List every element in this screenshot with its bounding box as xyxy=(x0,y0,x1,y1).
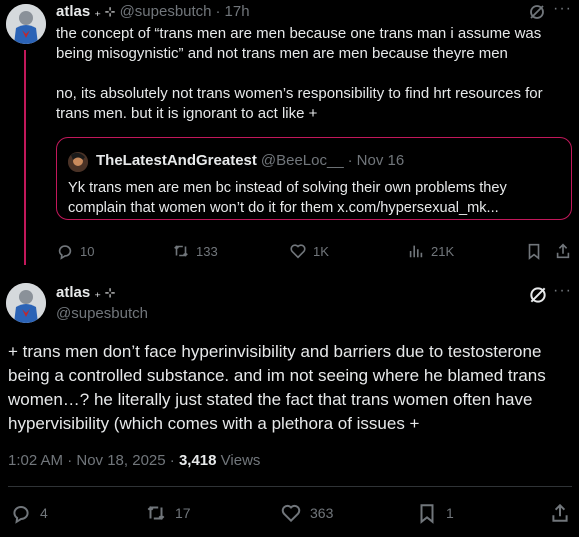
tweet-text-para2: no, its absolutely not trans women’s res… xyxy=(56,85,543,122)
retweet-icon xyxy=(147,506,165,520)
main-retweet-button[interactable]: 17 xyxy=(145,502,191,524)
main-bookmark-count: 1 xyxy=(446,505,454,521)
main-reply-count: 4 xyxy=(40,505,48,521)
reply-header: atlas ₊ ⊹ @supesbutch · 17h xyxy=(56,3,250,20)
views-count: 3,418 xyxy=(178,452,217,469)
like-count: 1K xyxy=(313,243,329,259)
more-icon[interactable]: ··· xyxy=(553,282,572,300)
tweet-text: + trans men don’t face hyperinvisibility… xyxy=(8,342,546,433)
display-name[interactable]: atlas xyxy=(56,284,90,301)
display-name[interactable]: atlas xyxy=(56,3,90,20)
main-share-button[interactable] xyxy=(549,502,571,524)
like-icon xyxy=(290,244,306,259)
name-suffix: ₊ ⊹ xyxy=(94,3,116,19)
retweet-count: 133 xyxy=(196,243,218,259)
name-suffix: ₊ ⊹ xyxy=(94,284,116,300)
handle[interactable]: @supesbutch xyxy=(56,305,148,322)
main-name-row: atlas ₊ ⊹ xyxy=(56,284,116,301)
share-icon xyxy=(552,503,568,522)
more-icon[interactable]: ··· xyxy=(553,0,572,18)
main-like-button[interactable]: 363 xyxy=(280,502,333,524)
tweet-timestamp[interactable]: 1:02 AM · Nov 18, 2025 · xyxy=(8,452,179,469)
quote-date: Nov 16 xyxy=(356,152,405,169)
grok-icon[interactable] xyxy=(528,3,546,26)
quoted-tweet[interactable]: TheLatestAndGreatest @BeeLoc__ · Nov 16 … xyxy=(56,137,572,220)
reply-count: 10 xyxy=(80,243,95,259)
retweet-button[interactable]: 133 xyxy=(172,242,218,260)
quote-separator: · xyxy=(347,152,353,169)
tweet-text-para1: the concept of “trans men are men becaus… xyxy=(56,25,542,62)
thread-line xyxy=(24,50,26,265)
main-retweet-count: 17 xyxy=(175,505,191,521)
avatar[interactable] xyxy=(6,4,46,44)
quote-text-line1: Yk trans men are men bc instead of solvi… xyxy=(68,180,507,196)
divider xyxy=(8,486,572,487)
quote-display-name[interactable]: TheLatestAndGreatest xyxy=(96,152,257,169)
main-like-count: 363 xyxy=(310,505,334,521)
bookmark-icon[interactable] xyxy=(525,242,543,265)
like-button[interactable]: 1K xyxy=(289,242,329,260)
reply-icon xyxy=(58,245,72,260)
handle[interactable]: @supesbutch xyxy=(120,3,212,20)
main-reply-button[interactable]: 4 xyxy=(10,502,48,524)
views-button[interactable]: 21K xyxy=(407,242,454,260)
tweet-meta: 1:02 AM · Nov 18, 2025 · 3,418 Views xyxy=(8,452,260,469)
timestamp[interactable]: 17h xyxy=(225,3,250,20)
view-count: 21K xyxy=(431,243,455,259)
grok-icon[interactable] xyxy=(528,285,548,310)
reply-button[interactable]: 10 xyxy=(56,242,94,260)
avatar[interactable] xyxy=(6,283,46,323)
separator: · xyxy=(215,3,221,20)
quote-header: TheLatestAndGreatest @BeeLoc__ · Nov 16 xyxy=(96,152,404,169)
views-label: Views xyxy=(220,452,261,469)
quote-handle[interactable]: @BeeLoc__ xyxy=(261,152,344,169)
quote-avatar xyxy=(68,152,88,172)
retweet-icon xyxy=(174,245,188,257)
bookmark-icon xyxy=(420,504,434,524)
like-icon xyxy=(281,504,301,523)
quote-text-line2: complain that women won’t do it for them… xyxy=(68,200,499,216)
reply-icon xyxy=(13,505,29,524)
main-bookmark-button[interactable]: 1 xyxy=(416,502,454,524)
quote-text: Yk trans men are men bc instead of solvi… xyxy=(68,178,507,218)
views-icon xyxy=(409,245,423,258)
share-icon[interactable] xyxy=(554,242,572,265)
